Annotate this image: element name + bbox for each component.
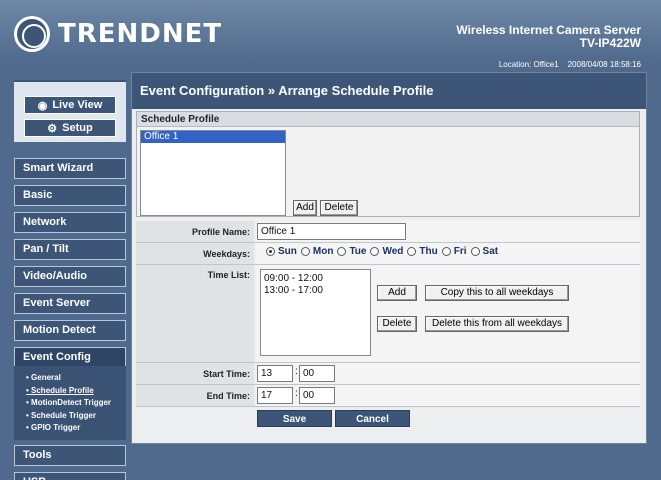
nav-usb[interactable]: USB xyxy=(14,472,126,480)
radio-mon[interactable] xyxy=(300,247,310,256)
actions-spacer xyxy=(136,407,254,429)
trendnet-logo: TRENDNET xyxy=(14,16,222,52)
gear-icon: ⚙ xyxy=(47,122,58,135)
list-item[interactable]: 09:00 - 12:00 xyxy=(261,273,370,285)
profile-name-input[interactable]: Office 1 xyxy=(257,223,406,240)
actions-cell: Save Cancel xyxy=(256,407,640,429)
list-item[interactable]: 13:00 - 17:00 xyxy=(261,285,370,297)
time-separator: : xyxy=(295,388,298,399)
add-time-button[interactable]: Add xyxy=(377,285,417,301)
submenu-schedule-profile[interactable]: • Schedule Profile xyxy=(14,385,126,398)
end-time-label: End Time: xyxy=(136,385,254,406)
nav-smart-wizard[interactable]: Smart Wizard xyxy=(14,158,126,179)
weekday-label: Sat xyxy=(482,246,499,257)
schedule-profile-heading: Schedule Profile xyxy=(137,112,639,127)
product-model: TV-IP422W xyxy=(579,36,641,50)
content-panel: Event Configuration » Arrange Schedule P… xyxy=(131,72,647,444)
eye-icon: ◉ xyxy=(37,99,48,112)
submenu-motiondetect-trigger[interactable]: • MotionDetect Trigger xyxy=(14,397,126,410)
radio-thu[interactable] xyxy=(407,247,417,256)
setup-label: Setup xyxy=(62,122,93,134)
radio-fri[interactable] xyxy=(441,247,451,256)
time-list-label: Time List: xyxy=(136,265,254,362)
location-text: Location: Office1 xyxy=(498,60,559,69)
list-item[interactable]: Office 1 xyxy=(141,131,285,143)
profile-name-row: Profile Name: Office 1 xyxy=(136,221,640,243)
time-list[interactable]: 09:00 - 12:00 13:00 - 17:00 xyxy=(260,269,371,356)
nav-network[interactable]: Network xyxy=(14,212,126,233)
delete-time-button[interactable]: Delete xyxy=(377,316,417,332)
submenu-schedule-trigger[interactable]: • Schedule Trigger xyxy=(14,410,126,423)
weekdays-cell: Sun Mon Tue Wed Thu Fri Sat xyxy=(256,243,640,264)
submenu-general[interactable]: • General xyxy=(14,372,126,385)
copy-to-all-weekdays-button[interactable]: Copy this to all weekdays xyxy=(425,285,569,301)
top-banner: TRENDNET Wireless Internet Camera Server… xyxy=(0,0,661,62)
end-time-cell: 17 : 00 xyxy=(256,385,640,406)
weekday-label: Tue xyxy=(349,246,367,257)
time-separator: : xyxy=(295,366,298,377)
submenu-gpio-trigger[interactable]: • GPIO Trigger xyxy=(14,422,126,435)
end-time-row: End Time: 17 : 00 xyxy=(136,385,640,407)
cancel-button[interactable]: Cancel xyxy=(335,410,410,427)
weekday-label: Wed xyxy=(382,246,404,257)
start-time-row: Start Time: 13 : 00 xyxy=(136,363,640,385)
start-hour-input[interactable]: 13 xyxy=(257,365,293,382)
live-view-label: Live View xyxy=(52,99,103,111)
weekday-radio-group: Sun Mon Tue Wed Thu Fri Sat xyxy=(262,246,498,257)
start-minute-input[interactable]: 00 xyxy=(299,365,335,382)
location-bar: Location: Office1 2008/04/08 18:58:16 xyxy=(0,60,661,72)
profile-name-label: Profile Name: xyxy=(136,221,254,242)
add-profile-button[interactable]: Add xyxy=(293,200,317,216)
datetime-text: 2008/04/08 18:58:16 xyxy=(567,60,641,69)
nav-motion-detect[interactable]: Motion Detect xyxy=(14,320,126,341)
mode-box: ◉ Live View ⚙ Setup xyxy=(14,80,126,142)
radio-sun[interactable] xyxy=(266,247,275,256)
start-time-cell: 13 : 00 xyxy=(256,363,640,384)
end-hour-input[interactable]: 17 xyxy=(257,387,293,404)
profile-name-cell: Office 1 xyxy=(256,221,640,242)
setup-button[interactable]: ⚙ Setup xyxy=(24,119,116,137)
radio-tue[interactable] xyxy=(337,247,347,256)
nav-pan-tilt[interactable]: Pan / Tilt xyxy=(14,239,126,260)
nav-video-audio[interactable]: Video/Audio xyxy=(14,266,126,287)
weekday-label: Fri xyxy=(453,246,467,257)
weekday-label: Sun xyxy=(278,246,297,257)
delete-profile-button[interactable]: Delete xyxy=(320,200,358,216)
weekday-label: Thu xyxy=(419,246,438,257)
product-name: Wireless Internet Camera Server TV-IP422… xyxy=(456,24,641,50)
sidebar: ◉ Live View ⚙ Setup Smart Wizard Basic N… xyxy=(0,72,130,480)
weekday-label: Mon xyxy=(312,246,334,257)
location-line: Location: Office1 2008/04/08 18:58:16 xyxy=(499,60,641,69)
brand-name: TRENDNET xyxy=(58,19,223,49)
nav-basic[interactable]: Basic xyxy=(14,185,126,206)
nav-tools[interactable]: Tools xyxy=(14,445,126,466)
nav-event-server[interactable]: Event Server xyxy=(14,293,126,314)
time-list-cell: 09:00 - 12:00 13:00 - 17:00 Add Copy thi… xyxy=(256,265,640,362)
nav-event-config[interactable]: Event Config xyxy=(14,347,126,368)
delete-from-all-weekdays-button[interactable]: Delete this from all weekdays xyxy=(425,316,569,332)
trendnet-logo-icon xyxy=(14,16,50,52)
weekdays-row: Weekdays: Sun Mon Tue Wed Thu Fri Sat xyxy=(136,243,640,265)
radio-wed[interactable] xyxy=(370,247,380,256)
schedule-profile-section: Schedule Profile Office 1 Add Delete xyxy=(136,111,640,217)
end-minute-input[interactable]: 00 xyxy=(299,387,335,404)
profile-form: Profile Name: Office 1 Weekdays: Sun Mon… xyxy=(136,221,640,435)
event-config-submenu: • General • Schedule Profile • MotionDet… xyxy=(14,366,126,440)
save-button[interactable]: Save xyxy=(257,410,332,427)
radio-sat[interactable] xyxy=(470,247,480,256)
page-title: Event Configuration » Arrange Schedule P… xyxy=(132,73,646,109)
time-list-row: Time List: 09:00 - 12:00 13:00 - 17:00 A… xyxy=(136,265,640,363)
weekdays-label: Weekdays: xyxy=(136,243,254,264)
live-view-button[interactable]: ◉ Live View xyxy=(24,96,116,114)
start-time-label: Start Time: xyxy=(136,363,254,384)
profile-list[interactable]: Office 1 xyxy=(140,130,286,216)
form-actions-row: Save Cancel xyxy=(136,407,640,429)
